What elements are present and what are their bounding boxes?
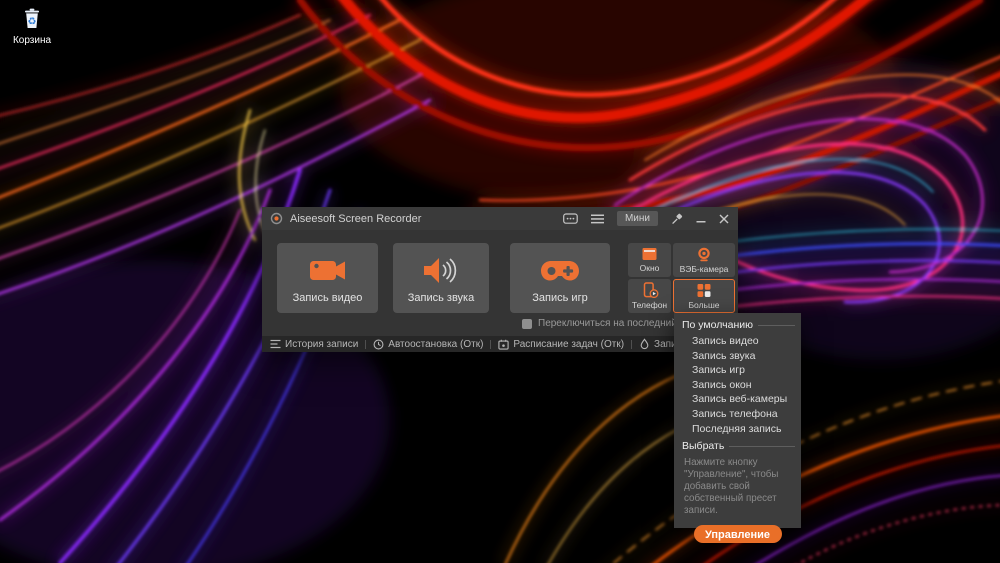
menu-item-record-audio[interactable]: Запись звука: [674, 349, 801, 364]
dropdown-default-header-label: По умолчанию: [682, 319, 753, 331]
section-divider: [758, 325, 795, 326]
more-dropdown-menu: По умолчанию Запись видео Запись звука З…: [674, 313, 801, 528]
recording-history-button[interactable]: История записи: [270, 339, 358, 350]
toolbar-separator: [490, 340, 491, 349]
mini-mode-button[interactable]: Мини: [617, 211, 658, 226]
toolbar-separator: [631, 340, 632, 349]
record-game-button[interactable]: Запись игр: [510, 243, 610, 313]
dropdown-item-list: Запись видео Запись звука Запись игр Зап…: [674, 334, 801, 436]
manage-button[interactable]: Управление: [694, 525, 782, 543]
speaker-icon: [393, 254, 489, 287]
menu-item-record-game[interactable]: Запись игр: [674, 363, 801, 378]
tile-more-label: Больше: [688, 300, 719, 310]
last-mode-checkbox[interactable]: [522, 319, 532, 329]
tile-phone-label: Телефон: [632, 300, 667, 310]
bottom-toolbar: История записи Автоостановка (Отк) Распи…: [262, 336, 738, 352]
schedule-icon: [498, 339, 509, 350]
watermark-droplet-icon: [639, 338, 650, 350]
tile-webcam-label: ВЭБ-камера: [680, 264, 729, 274]
video-camera-icon: [277, 254, 378, 287]
tile-more[interactable]: Больше: [673, 279, 735, 313]
app-logo-icon: [270, 212, 283, 225]
recycle-bin[interactable]: ♻ Корзина: [8, 7, 56, 46]
record-game-label: Запись игр: [532, 292, 587, 304]
menu-item-record-window[interactable]: Запись окон: [674, 378, 801, 393]
clock-icon: [373, 339, 384, 350]
window-title: Aiseesoft Screen Recorder: [290, 213, 421, 225]
record-audio-label: Запись звука: [408, 292, 474, 304]
svg-text:♻: ♻: [28, 17, 37, 28]
recording-history-label: История записи: [285, 339, 358, 350]
recycle-bin-label: Корзина: [8, 35, 56, 46]
task-schedule-label: Расписание задач (Отк): [513, 339, 624, 350]
history-list-icon: [270, 339, 281, 349]
menu-item-record-video[interactable]: Запись видео: [674, 334, 801, 349]
phone-icon: [641, 282, 659, 298]
tile-window[interactable]: Окно: [628, 243, 671, 277]
toolbar-separator: [365, 340, 366, 349]
dropdown-select-header-label: Выбрать: [682, 440, 724, 452]
titlebar: Aiseesoft Screen Recorder Мини: [262, 207, 738, 230]
menu-item-record-phone[interactable]: Запись телефона: [674, 407, 801, 422]
more-grid-icon: [696, 283, 712, 298]
feedback-icon[interactable]: [563, 213, 578, 225]
gamepad-icon: [510, 254, 610, 287]
mode-panel: Окно ВЭБ-камера Телефон: [628, 243, 735, 313]
minimize-icon[interactable]: [696, 214, 706, 224]
section-divider: [729, 446, 795, 447]
app-window: Aiseesoft Screen Recorder Мини: [262, 207, 738, 352]
menu-item-record-webcam[interactable]: Запись веб-камеры: [674, 392, 801, 407]
auto-stop-button[interactable]: Автоостановка (Отк): [373, 339, 483, 350]
auto-stop-label: Автоостановка (Отк): [388, 339, 483, 350]
record-audio-button[interactable]: Запись звука: [393, 243, 489, 313]
manage-hint-text: Нажмите кнопку "Управление", чтобы добав…: [684, 457, 793, 517]
window-icon: [641, 247, 658, 261]
dropdown-section-select: Выбрать: [674, 436, 801, 452]
menu-item-last-recording[interactable]: Последняя запись: [674, 422, 801, 437]
recycle-bin-icon: ♻: [22, 7, 42, 29]
menu-icon[interactable]: [591, 214, 604, 224]
tile-window-label: Окно: [640, 263, 660, 273]
record-video-button[interactable]: Запись видео: [277, 243, 378, 313]
close-icon[interactable]: [719, 214, 729, 224]
task-schedule-button[interactable]: Расписание задач (Отк): [498, 339, 624, 350]
dropdown-section-default: По умолчанию: [674, 313, 801, 331]
webcam-icon: [695, 247, 713, 262]
pin-icon[interactable]: [671, 213, 683, 225]
tile-phone[interactable]: Телефон: [628, 279, 671, 313]
record-video-label: Запись видео: [293, 292, 363, 304]
tile-webcam[interactable]: ВЭБ-камера: [673, 243, 735, 277]
